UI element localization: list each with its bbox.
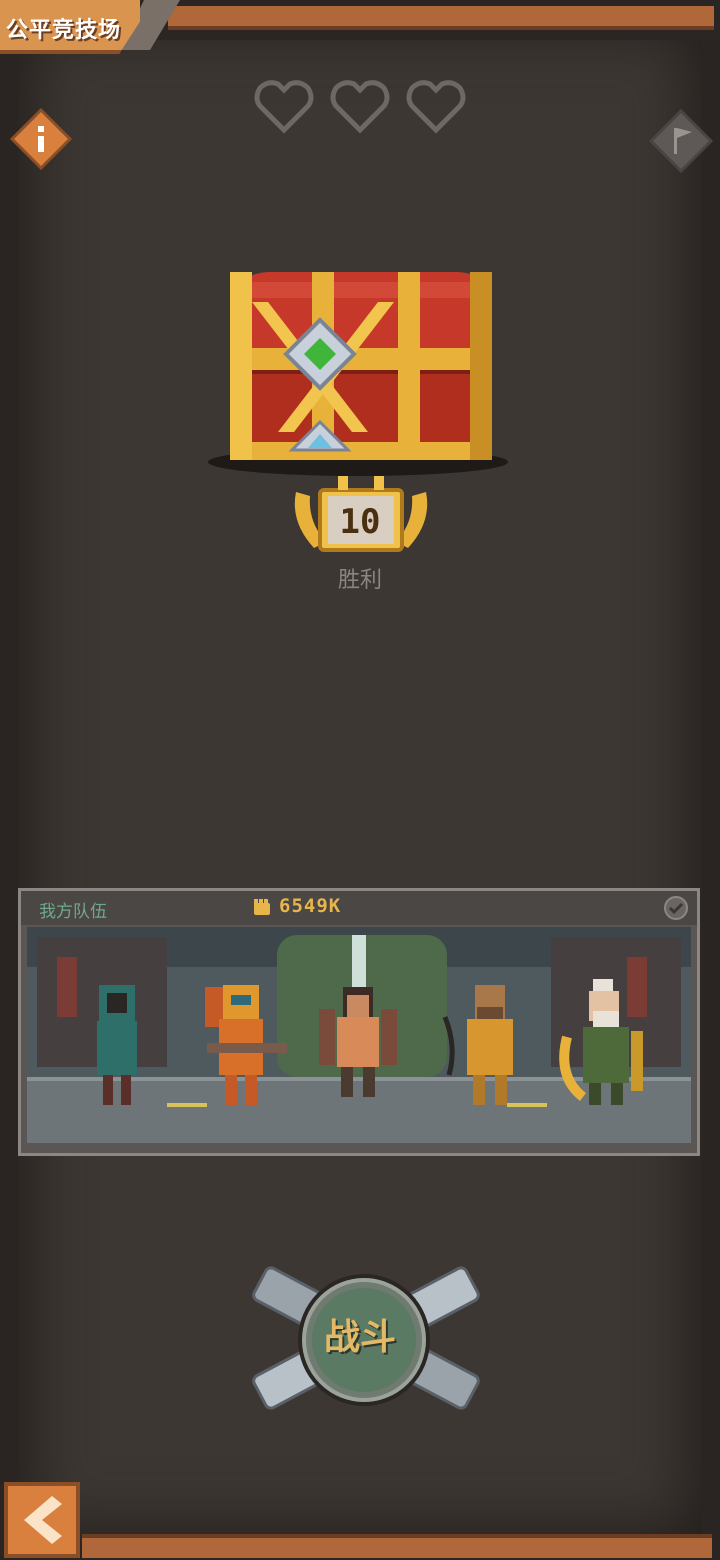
treasure-chest [208,272,508,476]
heart-icon [330,80,390,134]
title-tab: 公平竞技场 [0,0,180,56]
team-power: 6549K [279,895,342,917]
check-circle-icon[interactable] [663,895,689,921]
chevron-left-icon[interactable] [4,1482,80,1558]
fist-icon [254,899,270,915]
fight-label: 战斗 [323,1317,396,1358]
team-scene [27,927,691,1143]
wins-required: 10 [339,502,381,542]
top-bar-stripe [168,6,714,30]
lives-hearts [252,76,468,136]
heart-icon [406,80,466,134]
heart-icon [254,80,314,134]
team-title: 我方队伍 [39,902,107,922]
wins-label: 胜利 [337,568,382,593]
team-header: 我方队伍 6549K [21,891,697,925]
flag-icon[interactable] [648,108,714,174]
info-icon[interactable] [10,108,72,170]
page-title: 公平竞技场 [6,18,122,43]
team-panel[interactable]: 我方队伍 6549K [18,888,700,1156]
bottom-bar [82,1534,712,1558]
